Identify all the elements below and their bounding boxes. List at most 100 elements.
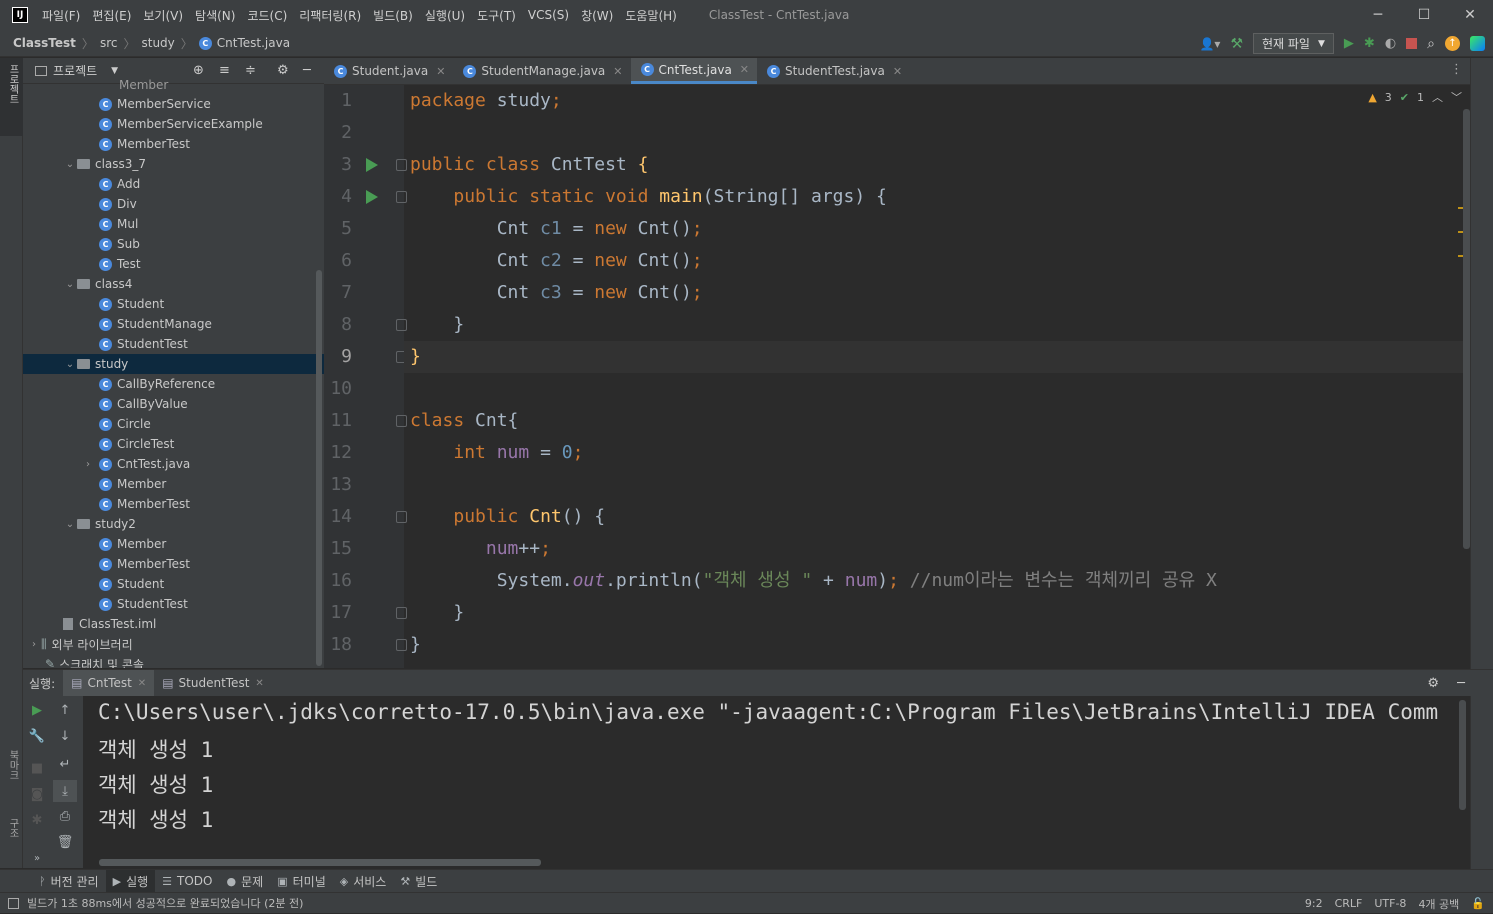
indent-setting[interactable]: 4개 공백: [1418, 896, 1459, 912]
stop-icon[interactable]: ■: [29, 760, 45, 776]
scroll-down-icon[interactable]: ↓: [57, 728, 73, 744]
console-horizontal-scrollbar[interactable]: [99, 859, 541, 866]
tree-item[interactable]: ⌄ class4: [23, 274, 324, 294]
minimize-button[interactable]: ─: [1355, 0, 1401, 30]
inspection-widget[interactable]: ▲ 3 ✔ 1 ︿ ﹀: [1368, 89, 1462, 105]
breadcrumb-project[interactable]: ClassTest: [13, 36, 76, 50]
coverage-icon[interactable]: ◐: [1385, 36, 1396, 51]
tree-item[interactable]: C Member: [23, 474, 324, 494]
debug-icon[interactable]: ✱: [1364, 36, 1375, 51]
hide-panel-icon[interactable]: ─: [1457, 676, 1465, 691]
tree-item[interactable]: C StudentManage: [23, 314, 324, 334]
more-tabs-icon[interactable]: ⋮: [1450, 62, 1463, 77]
breadcrumb-study[interactable]: study: [141, 36, 174, 50]
tree-item[interactable]: C Member: [23, 534, 324, 554]
camera-icon[interactable]: ◙: [29, 786, 45, 802]
wrench-icon[interactable]: 🔧: [29, 728, 45, 744]
menu-item[interactable]: 리팩터링(R): [299, 7, 361, 24]
tree-item[interactable]: ⌄ class3_7: [23, 154, 324, 174]
line-separator[interactable]: CRLF: [1335, 897, 1363, 910]
tree-item[interactable]: › C CntTest.java: [23, 454, 324, 474]
code-line[interactable]: 7 Cnt c3 = new Cnt();: [324, 277, 1470, 309]
scroll-to-end-icon[interactable]: ⤓: [53, 780, 77, 802]
menu-item[interactable]: 창(W): [581, 7, 613, 24]
tree-item[interactable]: C StudentTest: [23, 594, 324, 614]
close-window-button[interactable]: ✕: [1447, 0, 1493, 30]
hide-panel-icon[interactable]: ─: [303, 63, 311, 78]
gear-icon[interactable]: ⚙: [277, 63, 289, 78]
tree-item[interactable]: C Add: [23, 174, 324, 194]
menu-item[interactable]: 파일(F): [42, 7, 80, 24]
chevron-down-icon[interactable]: ⌄: [63, 359, 77, 370]
close-tab-icon[interactable]: ✕: [255, 678, 263, 689]
panel-toggle-icon[interactable]: [8, 897, 19, 909]
editor-tab[interactable]: C CntTest.java ✕: [630, 58, 758, 84]
menu-item[interactable]: 도구(T): [477, 7, 516, 24]
expand-all-icon[interactable]: ≡: [219, 63, 230, 78]
tree-item[interactable]: C Student: [23, 574, 324, 594]
user-icon[interactable]: 👤▾: [1199, 37, 1220, 51]
project-panel-title[interactable]: 프로젝트: [53, 62, 97, 79]
code-line[interactable]: 13: [324, 469, 1470, 501]
debug-icon[interactable]: ✱: [29, 812, 45, 828]
code-line[interactable]: 1 package study;: [324, 85, 1470, 117]
chevron-down-icon[interactable]: ⌄: [63, 159, 77, 170]
code-line[interactable]: 12 int num = 0;: [324, 437, 1470, 469]
chevron-right-icon[interactable]: ›: [27, 639, 41, 650]
update-icon[interactable]: ↑: [1445, 36, 1460, 51]
maximize-button[interactable]: ☐: [1401, 0, 1447, 30]
code-line[interactable]: 14 public Cnt() {: [324, 501, 1470, 533]
bookmarks-tool-button[interactable]: 북마크: [5, 750, 20, 780]
bottom-tool-tab[interactable]: ▣ 터미널: [270, 870, 333, 893]
lock-icon[interactable]: 🔓: [1471, 897, 1485, 910]
code-line[interactable]: 17 }: [324, 597, 1470, 629]
collapse-all-icon[interactable]: ≑: [245, 63, 256, 78]
code-line[interactable]: 4 public static void main(String[] args)…: [324, 181, 1470, 213]
trash-icon[interactable]: 🗑: [57, 834, 74, 850]
tree-item[interactable]: C Sub: [23, 234, 324, 254]
chevron-right-icon[interactable]: ›: [81, 459, 95, 470]
bottom-tool-tab[interactable]: ⚒ 빌드: [393, 870, 444, 893]
breadcrumb-src[interactable]: src: [100, 36, 118, 50]
menu-item[interactable]: 도움말(H): [625, 7, 677, 24]
code-line[interactable]: 16 System.out.println("객체 생성 " + num); /…: [324, 565, 1470, 597]
bottom-tool-tab[interactable]: ▶ 실행: [105, 869, 156, 893]
close-tab-icon[interactable]: ✕: [740, 63, 749, 76]
tree-item[interactable]: C Mul: [23, 214, 324, 234]
menu-item[interactable]: 편집(E): [92, 7, 131, 24]
chevron-down-icon[interactable]: ⌄: [63, 279, 77, 290]
run-tab[interactable]: ▤ CntTest ✕: [63, 669, 155, 697]
run-configuration-select[interactable]: 현재 파일 ▼: [1253, 33, 1334, 54]
editor-tab[interactable]: C StudentTest.java ✕: [757, 58, 910, 84]
code-line[interactable]: 3 public class CntTest {: [324, 149, 1470, 181]
code-line[interactable]: 11 class Cnt{: [324, 405, 1470, 437]
rerun-icon[interactable]: ▶: [29, 702, 45, 718]
tree-item[interactable]: C MemberServiceExample: [23, 114, 324, 134]
tree-item[interactable]: C MemberTest: [23, 554, 324, 574]
code-line[interactable]: 5 Cnt c1 = new Cnt();: [324, 213, 1470, 245]
more-icon[interactable]: »: [29, 850, 45, 866]
scroll-up-icon[interactable]: ↑: [57, 702, 73, 718]
status-message[interactable]: 빌드가 1초 88ms에서 성공적으로 완료되었습니다 (2분 전): [27, 895, 303, 911]
close-tab-icon[interactable]: ✕: [613, 65, 622, 78]
file-encoding[interactable]: UTF-8: [1374, 897, 1406, 910]
code-line[interactable]: 18}: [324, 629, 1470, 661]
tree-item[interactable]: C CallByReference: [23, 374, 324, 394]
tree-item[interactable]: C MemberTest: [23, 134, 324, 154]
tree-item[interactable]: C Circle: [23, 414, 324, 434]
editor-tab[interactable]: C Student.java ✕: [324, 58, 453, 84]
menu-item[interactable]: 코드(C): [247, 7, 287, 24]
soft-wrap-icon[interactable]: ↵: [57, 756, 73, 772]
project-tool-button[interactable]: 프로젝트: [0, 58, 23, 136]
console-output[interactable]: C:\Users\user\.jdks\corretto-17.0.5\bin\…: [83, 696, 1470, 868]
code-editor[interactable]: 1 package study; 2 3 public class CntTest {4…: [324, 85, 1470, 668]
code-line[interactable]: 15 num++;: [324, 533, 1470, 565]
bottom-tool-tab[interactable]: ☰ TODO: [155, 870, 219, 893]
run-icon[interactable]: ▶: [1344, 36, 1354, 51]
jetbrains-logo-icon[interactable]: [1470, 36, 1485, 51]
menu-item[interactable]: 보기(V): [143, 7, 183, 24]
tree-item[interactable]: ClassTest.iml: [23, 614, 324, 634]
tree-item[interactable]: C StudentTest: [23, 334, 324, 354]
tree-item[interactable]: C CallByValue: [23, 394, 324, 414]
menu-item[interactable]: VCS(S): [528, 8, 569, 22]
